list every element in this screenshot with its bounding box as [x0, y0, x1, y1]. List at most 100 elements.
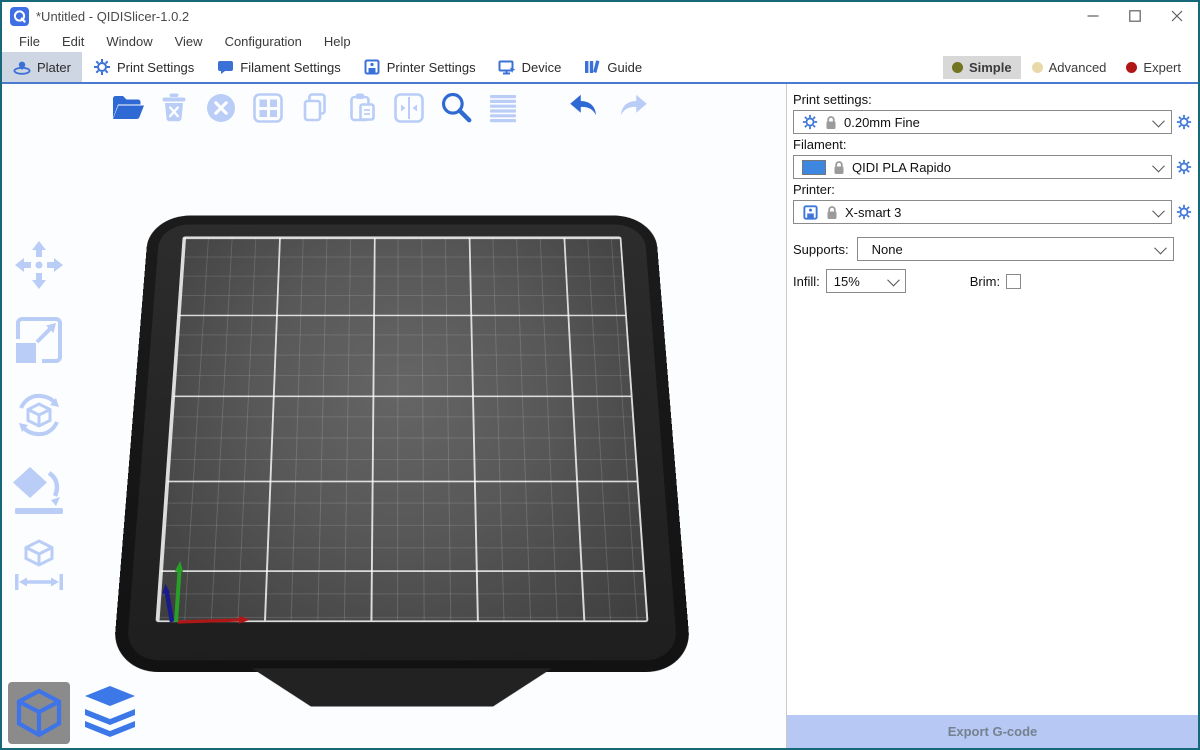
filament-value: QIDI PLA Rapido: [852, 160, 1147, 175]
menu-edit[interactable]: Edit: [51, 32, 95, 51]
measure-tool-button[interactable]: [10, 536, 68, 594]
simple-dot-icon: [952, 62, 963, 73]
supports-label: Supports:: [793, 242, 849, 257]
tab-printer-settings[interactable]: Printer Settings: [352, 52, 487, 82]
expert-dot-icon: [1126, 62, 1137, 73]
mode-label: Expert: [1143, 60, 1181, 75]
chevron-down-icon: [1152, 204, 1165, 217]
scale-icon: [11, 312, 67, 368]
supports-value: None: [872, 242, 1149, 257]
split-objects-button[interactable]: [390, 88, 428, 128]
supports-select[interactable]: None: [857, 237, 1174, 261]
maximize-button[interactable]: [1114, 3, 1156, 29]
rotate-tool-button[interactable]: [10, 386, 68, 444]
printer-icon: [802, 204, 819, 221]
gear-icon: [1176, 114, 1192, 130]
open-file-button[interactable]: [108, 88, 146, 128]
printer-gear-button[interactable]: [1174, 204, 1194, 220]
infill-label: Infill:: [793, 274, 820, 289]
tab-device[interactable]: Device: [487, 52, 573, 82]
redo-icon: [613, 89, 651, 127]
tab-label: Device: [522, 60, 562, 75]
paste-icon: [344, 90, 380, 126]
tab-label: Plater: [37, 60, 71, 75]
guide-icon: [583, 58, 601, 76]
tab-label: Print Settings: [117, 60, 194, 75]
editor-3d-view-button[interactable]: [8, 682, 70, 744]
open-folder-icon: [109, 90, 145, 126]
chevron-down-icon: [1152, 114, 1165, 127]
print-settings-label: Print settings:: [793, 92, 1174, 107]
tab-print-settings[interactable]: Print Settings: [82, 52, 205, 82]
mode-label: Simple: [969, 60, 1012, 75]
close-button[interactable]: [1156, 3, 1198, 29]
filament-icon: [216, 58, 234, 76]
delete-button[interactable]: [155, 88, 193, 128]
supports-row: Supports: None: [793, 237, 1174, 261]
copy-button[interactable]: [296, 88, 334, 128]
tab-label: Filament Settings: [240, 60, 340, 75]
undo-button[interactable]: [566, 88, 604, 128]
gear-icon: [802, 114, 818, 130]
menu-view[interactable]: View: [164, 32, 214, 51]
print-settings-value: 0.20mm Fine: [844, 115, 1147, 130]
tab-guide[interactable]: Guide: [572, 52, 653, 82]
mode-expert-button[interactable]: Expert: [1117, 56, 1190, 79]
preview-layers-view-button[interactable]: [79, 682, 141, 744]
menu-file[interactable]: File: [8, 32, 51, 51]
search-icon: [437, 89, 475, 127]
tab-label: Guide: [607, 60, 642, 75]
title-bar: *Untitled - QIDISlicer-1.0.2: [2, 2, 1198, 30]
window-title: *Untitled - QIDISlicer-1.0.2: [36, 9, 189, 24]
chevron-down-icon: [887, 273, 900, 286]
layers-list-icon: [485, 90, 521, 126]
paste-button[interactable]: [343, 88, 381, 128]
plater-icon: [13, 58, 31, 76]
rotate-icon: [11, 387, 67, 443]
mode-simple-button[interactable]: Simple: [943, 56, 1021, 79]
place-on-face-tool-button[interactable]: [10, 461, 68, 519]
filament-gear-button[interactable]: [1174, 159, 1194, 175]
search-button[interactable]: [437, 88, 475, 128]
device-icon: [498, 58, 516, 76]
minimize-button[interactable]: [1072, 3, 1114, 29]
lock-icon: [826, 205, 838, 220]
printer-icon: [363, 58, 381, 76]
window-controls: [1072, 3, 1198, 29]
chevron-down-icon: [1152, 159, 1165, 172]
scale-tool-button[interactable]: [10, 311, 68, 369]
tab-plater[interactable]: Plater: [2, 52, 82, 82]
redo-button[interactable]: [613, 88, 651, 128]
viewport-toolbar: [108, 88, 651, 128]
view-switcher: [8, 682, 141, 744]
origin-axes: [132, 529, 262, 659]
delete-all-icon: [203, 90, 239, 126]
layers-stack-icon: [79, 682, 141, 744]
variable-layer-height-button[interactable]: [484, 88, 522, 128]
menu-window[interactable]: Window: [95, 32, 163, 51]
infill-row: Infill: 15% Brim:: [793, 269, 1174, 293]
filament-select[interactable]: QIDI PLA Rapido: [793, 155, 1172, 179]
filament-color-swatch: [802, 160, 826, 175]
menu-configuration[interactable]: Configuration: [214, 32, 313, 51]
plater-3d-viewport[interactable]: [2, 84, 786, 748]
brim-checkbox[interactable]: [1006, 274, 1021, 289]
tab-filament-settings[interactable]: Filament Settings: [205, 52, 351, 82]
menu-help[interactable]: Help: [313, 32, 362, 51]
infill-select[interactable]: 15%: [826, 269, 906, 293]
cube-3d-icon: [8, 682, 70, 744]
measure-icon: [11, 537, 67, 593]
print-settings-gear-button[interactable]: [1174, 114, 1194, 130]
move-icon: [11, 237, 67, 293]
close-icon: [1171, 10, 1183, 22]
move-tool-button[interactable]: [10, 236, 68, 294]
mode-switcher: Simple Advanced Expert: [943, 52, 1198, 82]
arrange-icon: [250, 90, 286, 126]
mode-advanced-button[interactable]: Advanced: [1023, 56, 1116, 79]
printer-select[interactable]: X-smart 3: [793, 200, 1172, 224]
arrange-button[interactable]: [249, 88, 287, 128]
settings-panel: Print settings: 0.20mm Fine: [786, 84, 1198, 748]
print-settings-select[interactable]: 0.20mm Fine: [793, 110, 1172, 134]
export-gcode-button[interactable]: Export G-code: [787, 715, 1198, 748]
delete-all-button[interactable]: [202, 88, 240, 128]
